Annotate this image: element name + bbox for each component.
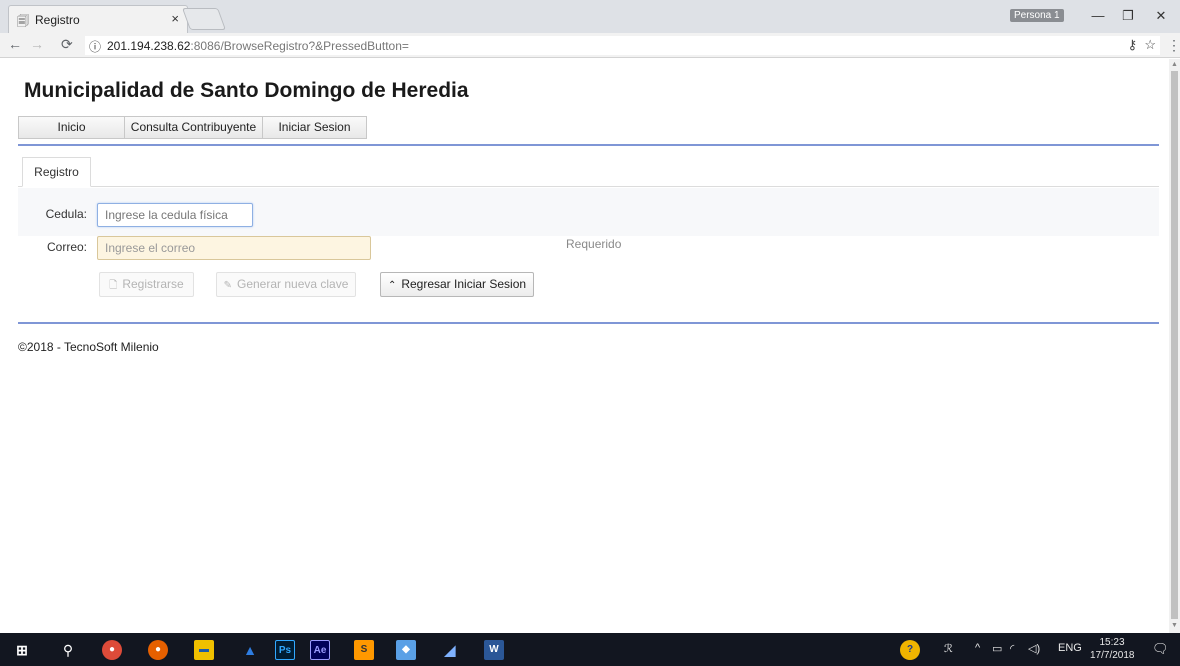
header-divider [18, 144, 1159, 146]
info-icon[interactable]: ⓘ [89, 38, 101, 55]
notepad-icon[interactable]: ◢ [440, 640, 460, 660]
menu-item-consulta[interactable]: Consulta Contribuyente [125, 117, 263, 138]
windows-taskbar: ⊞ ⚲ ● ● ▬ ▲ Ps Ae S ◆ ◢ W ? ℛ ^ ▭ ◜ ◁) E… [0, 633, 1180, 666]
menu-item-iniciar-sesion[interactable]: Iniciar Sesion [263, 117, 366, 138]
file-explorer-icon[interactable]: ▬ [194, 640, 214, 660]
page-content: Municipalidad de Santo Domingo de Heredi… [0, 59, 1169, 633]
network-app-icon[interactable]: ◆ [396, 640, 416, 660]
required-text: Requerido [566, 237, 622, 251]
chevron-up-icon[interactable]: ^ [975, 642, 980, 654]
after-effects-icon[interactable]: Ae [310, 640, 330, 660]
clock-time: 15:23 [1099, 637, 1125, 648]
windows-start-icon[interactable]: ⊞ [12, 640, 32, 660]
battery-icon[interactable]: ▭ [992, 642, 1002, 655]
firefox-icon[interactable]: ● [148, 640, 168, 660]
tab-title: Registro [35, 13, 80, 27]
scroll-down-icon[interactable]: ▼ [1171, 622, 1178, 629]
cedula-label: Cedula: [45, 207, 87, 221]
forward-arrow-icon[interactable]: → [30, 36, 44, 52]
reload-icon[interactable]: ⟳ [61, 36, 73, 53]
notifications-icon[interactable]: 🗨 [1152, 641, 1169, 657]
cedula-input[interactable]: Ingrese la cedula física [97, 203, 253, 227]
search-icon[interactable]: ⚲ [58, 640, 78, 660]
browser-titlebar: 🗐 Registro × Persona 1 — ❐ ✕ [0, 0, 1180, 33]
correo-input[interactable]: Ingrese el correo [97, 236, 371, 260]
chevron-up-icon: ⌃ [387, 280, 397, 291]
photoshop-icon[interactable]: Ps [275, 640, 295, 660]
regresar-label: Regresar Iniciar Sesion [401, 277, 527, 291]
url-path: :8086/BrowseRegistro?&PressedButton= [190, 39, 409, 53]
minimize-button[interactable]: — [1084, 5, 1112, 27]
registrarse-button[interactable]: 🗋 Registrarse [99, 272, 194, 297]
volume-icon[interactable]: ◁) [1028, 642, 1040, 655]
language-indicator[interactable]: ENG [1058, 642, 1082, 654]
generar-clave-button[interactable]: ✎ Generar nueva clave [216, 272, 356, 297]
tab-registro[interactable]: Registro [22, 157, 91, 187]
page-icon: 🗐 [17, 14, 29, 28]
key-icon: ✎ [223, 280, 232, 291]
site-title: Municipalidad de Santo Domingo de Heredi… [24, 79, 469, 102]
key-icon[interactable]: ⚷ [1128, 37, 1138, 52]
url-host: 201.194.238.62 [107, 39, 191, 53]
document-icon: 🗋 [109, 280, 118, 291]
system-clock[interactable]: 15:23 17/7/2018 [1090, 636, 1135, 662]
chrome-icon[interactable]: ● [102, 640, 122, 660]
menu-dots-icon[interactable]: ⋮ [1167, 37, 1180, 54]
menu-item-inicio[interactable]: Inicio [19, 117, 125, 138]
new-tab-button[interactable] [181, 8, 227, 30]
tab-close-icon[interactable]: × [171, 11, 179, 26]
address-bar[interactable]: ⓘ 201.194.238.62:8086/BrowseRegistro?&Pr… [85, 36, 1160, 55]
urlbar-actions: ⚷ ☆ [1128, 37, 1156, 53]
star-icon[interactable]: ☆ [1144, 37, 1156, 52]
browser-tab[interactable]: 🗐 Registro × [8, 5, 188, 33]
regresar-button[interactable]: ⌃ Regresar Iniciar Sesion [380, 272, 534, 297]
footer-text: ©2018 - TecnoSoft Milenio [18, 340, 159, 354]
scroll-thumb[interactable] [1171, 71, 1178, 619]
profile-badge[interactable]: Persona 1 [1010, 9, 1064, 22]
google-drive-icon[interactable]: ▲ [240, 640, 260, 660]
people-icon[interactable]: ℛ [944, 642, 953, 655]
help-icon[interactable]: ? [900, 640, 920, 660]
sublime-icon[interactable]: S [354, 640, 374, 660]
wifi-icon[interactable]: ◜ [1010, 642, 1014, 655]
page-scrollbar[interactable]: ▲ ▼ [1169, 59, 1180, 633]
url-text[interactable]: 201.194.238.62:8086/BrowseRegistro?&Pres… [107, 39, 409, 53]
form-tabstrip: Registro [18, 157, 1159, 187]
footer-divider [18, 322, 1159, 324]
browser-toolbar: ← → ⟳ ⓘ 201.194.238.62:8086/BrowseRegist… [0, 33, 1180, 58]
scroll-up-icon[interactable]: ▲ [1171, 61, 1178, 68]
close-window-button[interactable]: ✕ [1147, 5, 1175, 27]
word-icon[interactable]: W [484, 640, 504, 660]
generar-label: Generar nueva clave [236, 277, 349, 291]
main-menu: Inicio Consulta Contribuyente Iniciar Se… [18, 116, 367, 139]
back-arrow-icon[interactable]: ← [8, 36, 22, 52]
restore-button[interactable]: ❐ [1114, 5, 1142, 27]
clock-date: 17/7/2018 [1090, 650, 1135, 661]
registrarse-label: Registrarse [122, 277, 184, 291]
correo-label: Correo: [46, 240, 87, 254]
